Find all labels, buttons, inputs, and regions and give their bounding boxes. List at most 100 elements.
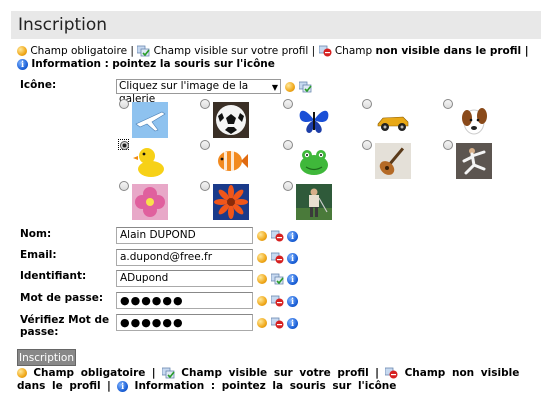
info-icon: i bbox=[117, 380, 129, 392]
gallery-radio[interactable] bbox=[362, 99, 372, 109]
gallery-radio[interactable] bbox=[283, 140, 293, 150]
identifiant-label: Identifiant: bbox=[20, 270, 87, 282]
legend-required: Champ obligatoire | bbox=[30, 45, 134, 57]
required-bullet-icon bbox=[285, 82, 295, 92]
karate-image bbox=[456, 143, 492, 179]
pink-flower-image bbox=[132, 184, 168, 220]
gallery-item-soccer-ball[interactable] bbox=[200, 99, 280, 141]
visible-profile-icon[interactable] bbox=[270, 273, 284, 285]
gallery-item-golfer[interactable] bbox=[283, 181, 363, 223]
hidden-profile-icon[interactable] bbox=[270, 230, 284, 242]
identifiant-input[interactable]: ADupond bbox=[116, 270, 253, 287]
submit-button[interactable]: Inscription bbox=[17, 349, 76, 366]
frog-image bbox=[296, 143, 332, 179]
legend-hidden-bold: non visible dans le profil bbox=[375, 45, 522, 57]
gallery-item-frog[interactable] bbox=[283, 140, 363, 182]
race-car-image bbox=[375, 102, 411, 138]
password-indicators: i bbox=[257, 294, 298, 307]
gallery-item-fish[interactable] bbox=[200, 140, 280, 182]
legend-hidden-prefix: Champ bbox=[334, 45, 376, 57]
icon-label: Icône: bbox=[20, 79, 57, 91]
password-confirm-label-line1: Vérifiez Mot de bbox=[20, 314, 110, 326]
gallery-item-duck[interactable] bbox=[118, 139, 199, 182]
gallery-item-race-car[interactable] bbox=[362, 99, 442, 141]
plane-image bbox=[132, 102, 168, 138]
nom-input[interactable]: Alain DUPOND bbox=[116, 227, 253, 244]
chevron-down-icon: ▼ bbox=[271, 83, 278, 92]
info-icon[interactable]: i bbox=[287, 273, 298, 285]
email-input[interactable]: a.dupond@free.fr bbox=[116, 249, 253, 266]
hidden-profile-icon[interactable] bbox=[270, 317, 284, 329]
gallery-item-dog[interactable] bbox=[443, 99, 523, 141]
gallery-radio[interactable] bbox=[200, 181, 210, 191]
icon-select[interactable]: Cliquez sur l'image de la galerie ▼ bbox=[116, 79, 281, 105]
password-confirm-indicators: i bbox=[257, 316, 298, 329]
gallery-item-flower-pink[interactable] bbox=[119, 181, 199, 223]
nom-indicators: i bbox=[257, 229, 298, 242]
legend-bottom-sep: | bbox=[375, 367, 379, 379]
gallery-radio[interactable] bbox=[119, 99, 129, 109]
gallery-radio[interactable] bbox=[200, 140, 210, 150]
legend-bottom-visible: Champ visible sur votre profil bbox=[181, 367, 369, 379]
required-bullet-icon bbox=[17, 46, 27, 56]
required-bullet-icon bbox=[257, 253, 267, 263]
legend-info-text: pointez la souris sur l'icône bbox=[112, 58, 275, 70]
gallery-item-guitar[interactable] bbox=[362, 140, 442, 182]
password-label: Mot de passe: bbox=[20, 292, 104, 304]
hidden-profile-icon[interactable] bbox=[270, 295, 284, 307]
legend-bottom: Champ obligatoire | Champ visible sur vo… bbox=[17, 367, 540, 393]
title-bar: Inscription bbox=[11, 11, 541, 39]
hidden-profile-icon bbox=[318, 45, 331, 57]
legend-bottom-required: Champ obligatoire bbox=[33, 367, 146, 379]
gallery-radio[interactable] bbox=[443, 99, 453, 109]
info-icon[interactable]: i bbox=[287, 295, 298, 307]
required-bullet-icon bbox=[17, 368, 27, 378]
password-confirm-label: Vérifiez Mot de passe: bbox=[20, 314, 109, 338]
info-icon[interactable]: i bbox=[287, 230, 298, 242]
gallery-radio[interactable] bbox=[283, 99, 293, 109]
gallery-radio[interactable] bbox=[443, 140, 453, 150]
password-confirm-label-line2: passe: bbox=[20, 326, 59, 338]
gallery-radio[interactable] bbox=[119, 181, 129, 191]
golfer-image bbox=[296, 184, 332, 220]
hidden-profile-icon bbox=[385, 367, 398, 379]
gallery-radio[interactable] bbox=[362, 140, 372, 150]
gallery-radio[interactable] bbox=[200, 99, 210, 109]
required-bullet-icon bbox=[257, 296, 267, 306]
legend-bottom-info: Information : pointez la souris sur l'ic… bbox=[134, 380, 397, 392]
gallery-radio[interactable] bbox=[283, 181, 293, 191]
nom-label: Nom: bbox=[20, 228, 52, 240]
password-confirm-input[interactable]: ●●●●●● bbox=[116, 314, 253, 331]
gallery-item-plane[interactable] bbox=[119, 99, 199, 141]
hidden-profile-icon[interactable] bbox=[270, 252, 284, 264]
required-bullet-icon bbox=[257, 318, 267, 328]
required-bullet-icon bbox=[257, 274, 267, 284]
legend-hidden-sep: | bbox=[521, 45, 529, 57]
fish-image bbox=[213, 143, 249, 179]
gallery-item-flower-orange[interactable] bbox=[200, 181, 280, 223]
legend-top: Champ obligatoire | Champ visible sur vo… bbox=[17, 45, 540, 71]
visible-profile-icon bbox=[137, 45, 150, 57]
legend-bottom-sep: | bbox=[107, 380, 111, 392]
icon-field-indicators bbox=[285, 80, 312, 93]
info-icon[interactable]: i bbox=[287, 317, 298, 329]
required-bullet-icon bbox=[257, 231, 267, 241]
duck-image bbox=[132, 143, 168, 179]
legend-visible: Champ visible sur votre profil | bbox=[153, 45, 316, 57]
gallery-radio-selected[interactable] bbox=[118, 139, 129, 150]
visible-profile-icon[interactable] bbox=[298, 81, 312, 93]
soccer-ball-image bbox=[213, 102, 249, 138]
legend-info-label: Information : bbox=[31, 58, 109, 70]
butterfly-image bbox=[296, 102, 332, 138]
visible-profile-icon bbox=[161, 367, 175, 379]
email-label: Email: bbox=[20, 249, 57, 261]
gallery-item-karate[interactable] bbox=[443, 140, 523, 182]
dog-image bbox=[456, 102, 492, 138]
identifiant-indicators: i bbox=[257, 272, 298, 285]
password-input[interactable]: ●●●●●● bbox=[116, 292, 253, 309]
gallery-item-butterfly[interactable] bbox=[283, 99, 363, 141]
legend-bottom-sep: | bbox=[151, 367, 156, 379]
info-icon[interactable]: i bbox=[287, 252, 298, 264]
page-title: Inscription bbox=[18, 15, 108, 35]
guitar-image bbox=[375, 143, 411, 179]
